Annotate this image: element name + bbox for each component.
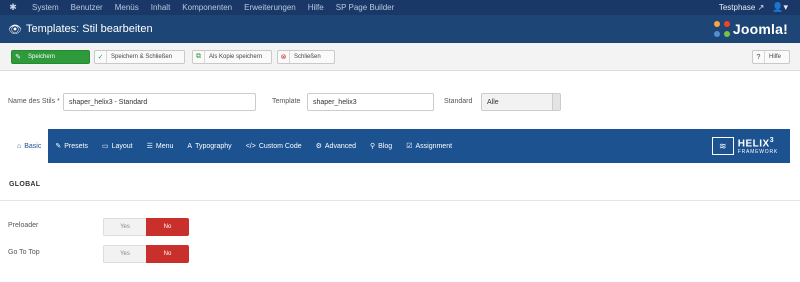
style-name-label: Name des Stils * xyxy=(8,98,60,105)
default-label: Standard xyxy=(444,98,473,105)
joomla-wordmark: Joomla! xyxy=(732,21,788,37)
joomla-mark-icon xyxy=(713,21,730,37)
help-button[interactable]: ? Hilfe xyxy=(752,50,790,64)
helix-name: HELIX xyxy=(737,138,770,150)
list-icon: ☰ xyxy=(146,143,153,150)
helix-logo: ≋ HELIX3 FRAMEWORK xyxy=(711,129,778,163)
style-name-input[interactable]: shaper_helix3 - Standard xyxy=(63,93,256,111)
menu-extensions[interactable]: Erweiterungen xyxy=(238,0,302,15)
default-select[interactable]: Alle xyxy=(481,93,561,111)
pin-icon: ⚲ xyxy=(370,143,376,150)
save-close-label: Speichern & Schließen xyxy=(111,54,173,60)
section-divider xyxy=(0,200,800,201)
tab-assignment-label: Assignment xyxy=(415,142,453,150)
check-icon: ✓ xyxy=(95,51,107,63)
gear-icon: ⚙ xyxy=(315,143,322,150)
section-title: GLOBAL xyxy=(9,181,41,188)
chevron-down-icon xyxy=(552,94,560,110)
go-to-top-yes-button[interactable]: Yes xyxy=(103,245,146,263)
tab-custom-code-label: Custom Code xyxy=(258,142,302,150)
tab-typography-label: Typography xyxy=(195,142,232,150)
preloader-yes-button[interactable]: Yes xyxy=(103,218,146,236)
helix-version: 3 xyxy=(769,137,775,145)
eye-icon: 👁 xyxy=(8,23,22,36)
page-header: 👁 Templates: Stil bearbeiten Joomla! xyxy=(0,15,800,43)
tab-menu[interactable]: ☰ Menu xyxy=(140,129,181,163)
tab-blog[interactable]: ⚲ Blog xyxy=(363,129,399,163)
default-select-value: Alle xyxy=(487,99,499,106)
tab-custom-code[interactable]: </> Custom Code xyxy=(239,129,309,163)
menu-menus[interactable]: Menüs xyxy=(109,0,145,15)
save-copy-label: Als Kopie speichern xyxy=(209,54,263,60)
preloader-no-button[interactable]: No xyxy=(146,218,189,236)
template-input[interactable]: shaper_helix3 xyxy=(307,93,434,111)
style-details-row: Name des Stils * shaper_helix3 - Standar… xyxy=(0,93,800,113)
tab-basic-label: Basic xyxy=(24,142,42,150)
admin-menu-bar: ✱ System Benutzer Menüs Inhalt Komponent… xyxy=(0,0,800,15)
helix-tab-bar: ⌂ Basic ✎ Presets ▭ Layout ☰ Menu A Typo… xyxy=(10,129,790,163)
home-icon: ⌂ xyxy=(17,142,22,150)
brush-icon: ✎ xyxy=(55,143,62,150)
template-label: Template xyxy=(272,98,301,105)
tab-typography[interactable]: A Typography xyxy=(180,129,238,163)
preloader-label: Preloader xyxy=(8,222,39,229)
site-link[interactable]: Testphase ↗ xyxy=(719,3,764,12)
tab-assignment[interactable]: ☑ Assignment xyxy=(399,129,459,163)
preloader-toggle: Yes No xyxy=(103,218,189,236)
code-icon: </> xyxy=(245,142,256,150)
save-close-button[interactable]: ✓ Speichern & Schließen xyxy=(94,50,185,64)
go-to-top-no-button[interactable]: No xyxy=(146,245,189,263)
helix-mark-icon: ≋ xyxy=(711,137,734,155)
save-button[interactable]: ✎ Speichern xyxy=(11,50,90,64)
menu-system[interactable]: System xyxy=(26,0,65,15)
menu-content[interactable]: Inhalt xyxy=(145,0,177,15)
close-label: Schließen xyxy=(294,54,321,60)
tab-presets-label: Presets xyxy=(64,142,88,150)
go-to-top-label: Go To Top xyxy=(8,249,40,256)
close-icon: ⊗ xyxy=(278,51,290,63)
close-button[interactable]: ⊗ Schließen xyxy=(277,50,335,64)
site-name: Testphase xyxy=(718,3,756,12)
tab-advanced[interactable]: ⚙ Advanced xyxy=(309,129,363,163)
user-icon[interactable]: 👤▾ xyxy=(772,2,788,13)
menu-sp-page-builder[interactable]: SP Page Builder xyxy=(330,0,401,15)
tab-basic[interactable]: ⌂ Basic xyxy=(10,129,49,163)
help-label: Hilfe xyxy=(769,54,782,60)
tab-presets[interactable]: ✎ Presets xyxy=(48,129,95,163)
help-icon: ? xyxy=(753,51,765,63)
menu-components[interactable]: Komponenten xyxy=(176,0,238,15)
joomla-menu-icon[interactable]: ✱ xyxy=(0,2,26,13)
save-copy-button[interactable]: ⧉ Als Kopie speichern xyxy=(192,50,272,64)
tab-layout-label: Layout xyxy=(111,142,133,150)
joomla-logo: Joomla! xyxy=(713,21,788,37)
layout-icon: ▭ xyxy=(101,143,109,150)
tab-blog-label: Blog xyxy=(378,142,393,150)
assign-icon: ☑ xyxy=(406,143,413,150)
menu-users[interactable]: Benutzer xyxy=(65,0,109,15)
menu-help[interactable]: Hilfe xyxy=(302,0,330,15)
tab-advanced-label: Advanced xyxy=(324,142,357,150)
tab-menu-label: Menu xyxy=(155,142,174,150)
helix-framework-label: FRAMEWORK xyxy=(737,148,778,155)
copy-icon: ⧉ xyxy=(193,51,205,63)
tab-layout[interactable]: ▭ Layout xyxy=(95,129,140,163)
save-label: Speichern xyxy=(28,54,56,60)
font-icon: A xyxy=(187,142,193,150)
save-icon: ✎ xyxy=(15,54,21,61)
external-link-icon: ↗ xyxy=(757,3,765,12)
page-title: Templates: Stil bearbeiten xyxy=(26,23,153,35)
toolbar: ✎ Speichern ✓ Speichern & Schließen ⧉ Al… xyxy=(0,43,800,71)
go-to-top-toggle: Yes No xyxy=(103,245,189,263)
